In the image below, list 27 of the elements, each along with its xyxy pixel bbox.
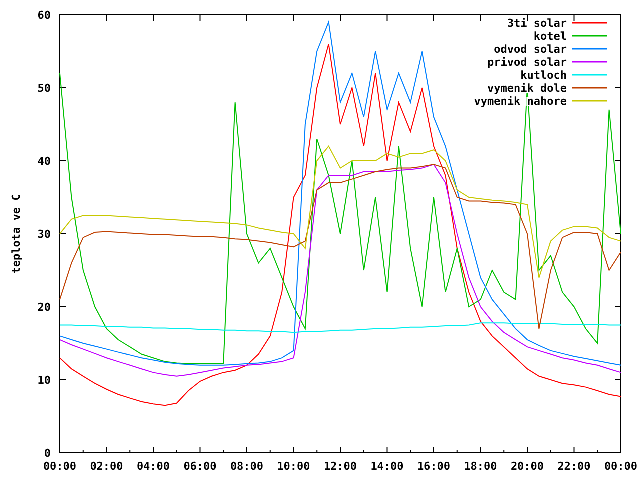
y-tick-label: 30 <box>38 228 51 241</box>
y-tick-label: 20 <box>38 301 51 314</box>
x-tick-label: 20:00 <box>510 460 544 473</box>
x-tick-label: 18:00 <box>464 460 498 473</box>
legend-label: kotel <box>534 30 567 43</box>
legend-label: odvod solar <box>494 43 567 56</box>
x-tick-label: 16:00 <box>417 460 451 473</box>
x-tick-label: 06:00 <box>184 460 217 473</box>
y-tick-label: 50 <box>38 82 51 95</box>
x-tick-label: 00:00 <box>43 460 77 473</box>
y-tick-label: 0 <box>44 447 51 460</box>
x-tick-label: 08:00 <box>230 460 264 473</box>
x-tick-label: 22:00 <box>558 460 591 473</box>
legend-label: kutloch <box>520 69 567 82</box>
x-tick-label: 14:00 <box>370 460 404 473</box>
y-tick-label: 40 <box>38 155 51 168</box>
y-tick-label: 60 <box>38 9 51 22</box>
x-tick-label: 00:00 <box>604 460 638 473</box>
legend-label: vymenik dole <box>488 82 567 95</box>
x-tick-label: 02:00 <box>90 460 124 473</box>
x-tick-label: 04:00 <box>136 460 170 473</box>
y-axis-title: teplota ve C <box>10 194 23 274</box>
legend-label: privod solar <box>488 56 567 69</box>
legend-label: 3ti solar <box>507 17 567 30</box>
y-tick-label: 10 <box>38 374 51 387</box>
x-tick-label: 10:00 <box>277 460 310 473</box>
x-tick-label: 12:00 <box>324 460 358 473</box>
